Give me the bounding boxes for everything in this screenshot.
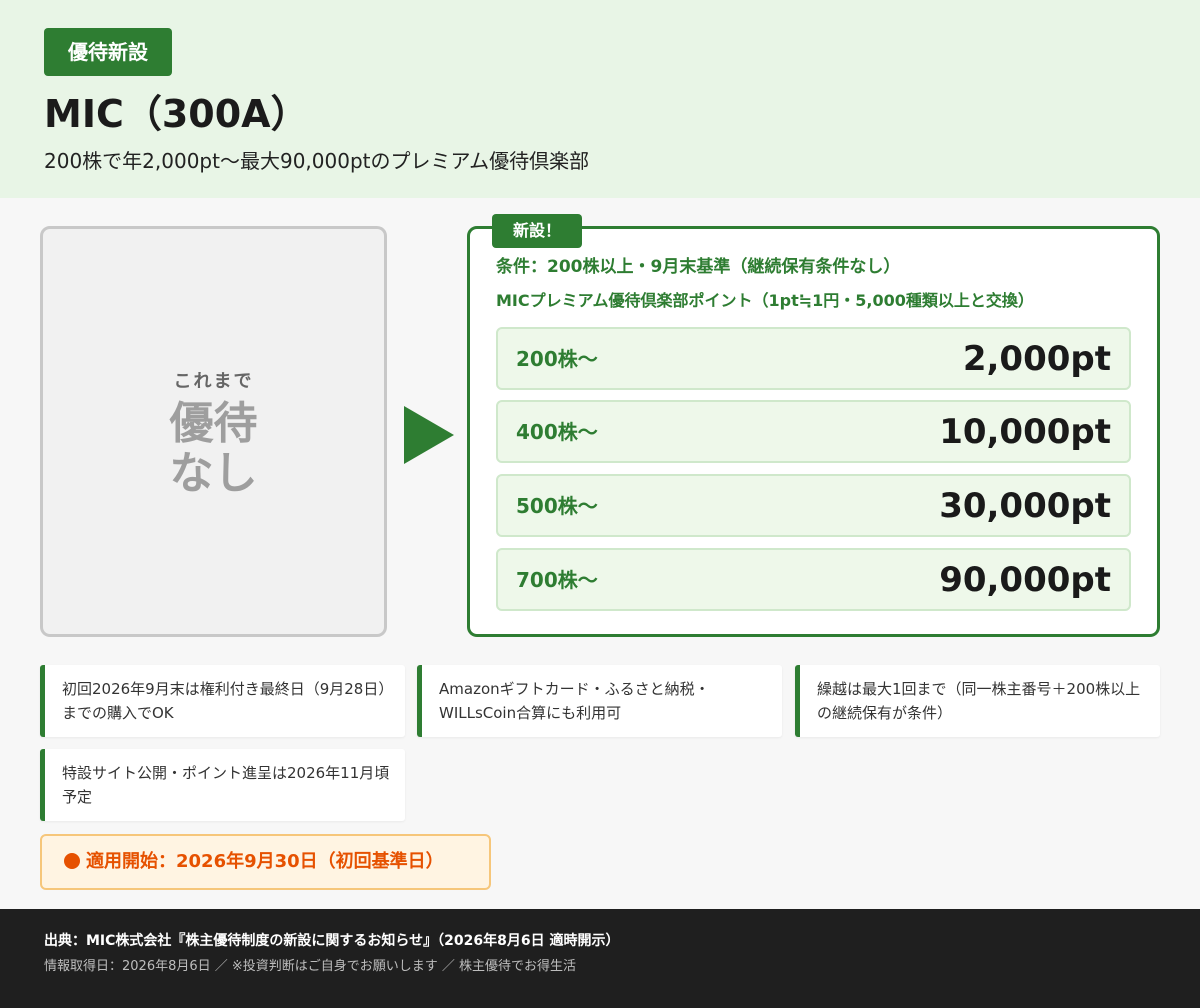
before-value: 優待 なし bbox=[43, 399, 384, 499]
start-date-banner: 適用開始：2026年9月30日（初回基準日） bbox=[40, 834, 491, 890]
condition-text: 条件：200株以上・9月末基準（継続保有条件なし） bbox=[496, 257, 901, 277]
tier-row: 500株〜 30,000pt bbox=[496, 474, 1131, 537]
tier-shares: 400株〜 bbox=[516, 420, 598, 444]
note-card: 繰越は最大1回まで（同一株主番号＋200株以上の継続保有が条件） bbox=[795, 665, 1160, 737]
new-benefit-badge: 優待新設 bbox=[44, 28, 172, 76]
tier-points: 2,000pt bbox=[962, 339, 1111, 379]
header: 優待新設 MIC（300A） 200株で年2,000pt〜最大90,000ptの… bbox=[0, 0, 1200, 198]
new-tag: 新設！ bbox=[492, 214, 582, 248]
before-value-line2: なし bbox=[169, 448, 258, 499]
tier-points: 30,000pt bbox=[939, 486, 1111, 526]
before-value-line1: 優待 bbox=[169, 398, 258, 449]
disclaimer-text: 情報取得日：2026年8月6日 ／ ※投資判断はご自身でお願いします ／ 株主優… bbox=[44, 959, 577, 974]
tier-shares: 500株〜 bbox=[516, 494, 598, 518]
tier-row: 400株〜 10,000pt bbox=[496, 400, 1131, 463]
program-text: MICプレミアム優待倶楽部ポイント（1pt≒1円・5,000種類以上と交換） bbox=[496, 291, 1034, 310]
tier-row: 200株〜 2,000pt bbox=[496, 327, 1131, 390]
tier-points: 90,000pt bbox=[939, 560, 1111, 600]
tier-row: 700株〜 90,000pt bbox=[496, 548, 1131, 611]
tier-shares: 200株〜 bbox=[516, 347, 598, 371]
arrow-right-icon bbox=[404, 406, 454, 464]
tier-points: 10,000pt bbox=[939, 412, 1111, 452]
tier-shares: 700株〜 bbox=[516, 568, 598, 592]
source-text: 出典：MIC株式会社『株主優待制度の新設に関するお知らせ』（2026年8月6日 … bbox=[44, 933, 620, 949]
note-card: 初回2026年9月末は権利付き最終日（9月28日）までの購入でOK bbox=[40, 665, 405, 737]
start-date-text: 適用開始：2026年9月30日（初回基準日） bbox=[86, 851, 444, 872]
note-card: Amazonギフトカード・ふるさと納税・WILLsCoin合算にも利用可 bbox=[417, 665, 782, 737]
footer: 出典：MIC株式会社『株主優待制度の新設に関するお知らせ』（2026年8月6日 … bbox=[0, 909, 1200, 1008]
before-panel: これまで 優待 なし bbox=[40, 226, 387, 637]
page-subtitle: 200株で年2,000pt〜最大90,000ptのプレミアム優待倶楽部 bbox=[44, 149, 590, 173]
before-label: これまで bbox=[173, 371, 254, 392]
note-card: 特設サイト公開・ポイント進呈は2026年11月頃予定 bbox=[40, 749, 405, 821]
orange-dot-icon bbox=[64, 853, 80, 869]
page-title: MIC（300A） bbox=[44, 92, 309, 136]
